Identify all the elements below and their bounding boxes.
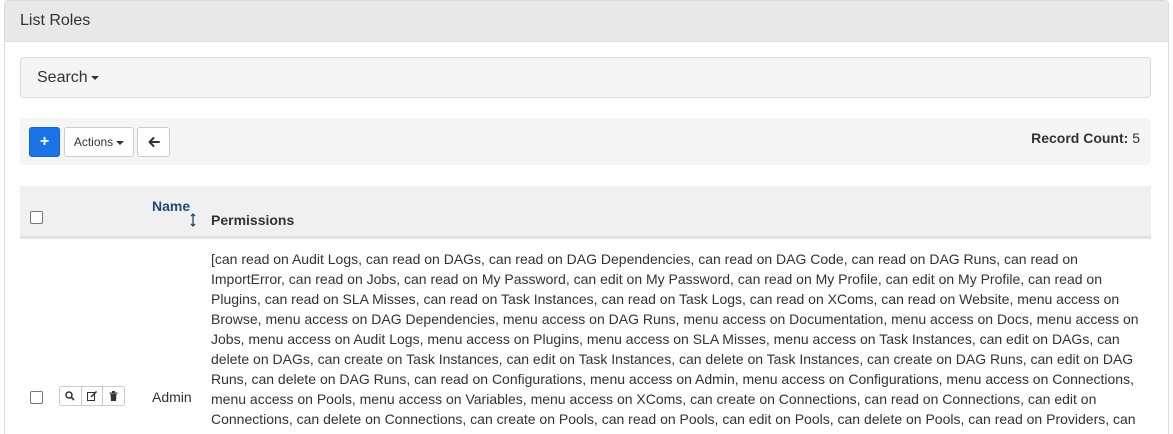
search-icon (65, 391, 75, 401)
add-button[interactable]: + (29, 127, 60, 157)
search-label: Search (37, 69, 88, 86)
column-header-name[interactable]: Name (152, 198, 190, 214)
record-count-label: Record Count: (1031, 130, 1129, 146)
record-count: Record Count: 5 (1031, 130, 1140, 146)
list-roles-panel: List Roles Search + Actions Record Count… (4, 0, 1169, 434)
column-header-permissions: Permissions (211, 212, 295, 228)
show-record-button[interactable] (60, 387, 82, 405)
role-permissions: [can read on Audit Logs, can read on DAG… (211, 251, 1139, 434)
arrow-left-icon (148, 137, 160, 148)
toolbar: + Actions Record Count: 5 (20, 118, 1151, 165)
plus-icon: + (39, 133, 50, 150)
trash-icon (109, 391, 118, 401)
back-button[interactable] (137, 127, 170, 157)
edit-record-button[interactable] (82, 387, 104, 405)
select-all-checkbox[interactable] (30, 211, 43, 224)
table-header: Name Permissions (20, 186, 1151, 238)
table-row: Admin [can read on Audit Logs, can read … (20, 238, 1151, 434)
role-name: Admin (152, 389, 192, 405)
panel-title: List Roles (5, 1, 1168, 42)
sort-icon[interactable] (190, 213, 196, 227)
caret-down-icon (116, 140, 125, 145)
record-count-value: 5 (1132, 130, 1140, 146)
row-checkbox[interactable] (30, 391, 43, 404)
delete-record-button[interactable] (103, 387, 124, 405)
edit-icon (86, 391, 97, 401)
roles-table: Name Permissions Admin [can read on Audi… (20, 186, 1151, 434)
actions-label: Actions (73, 135, 114, 149)
caret-down-icon (90, 75, 99, 80)
row-action-group (59, 386, 125, 406)
search-toggle[interactable]: Search (20, 57, 1151, 98)
actions-dropdown-button[interactable]: Actions (64, 127, 134, 157)
